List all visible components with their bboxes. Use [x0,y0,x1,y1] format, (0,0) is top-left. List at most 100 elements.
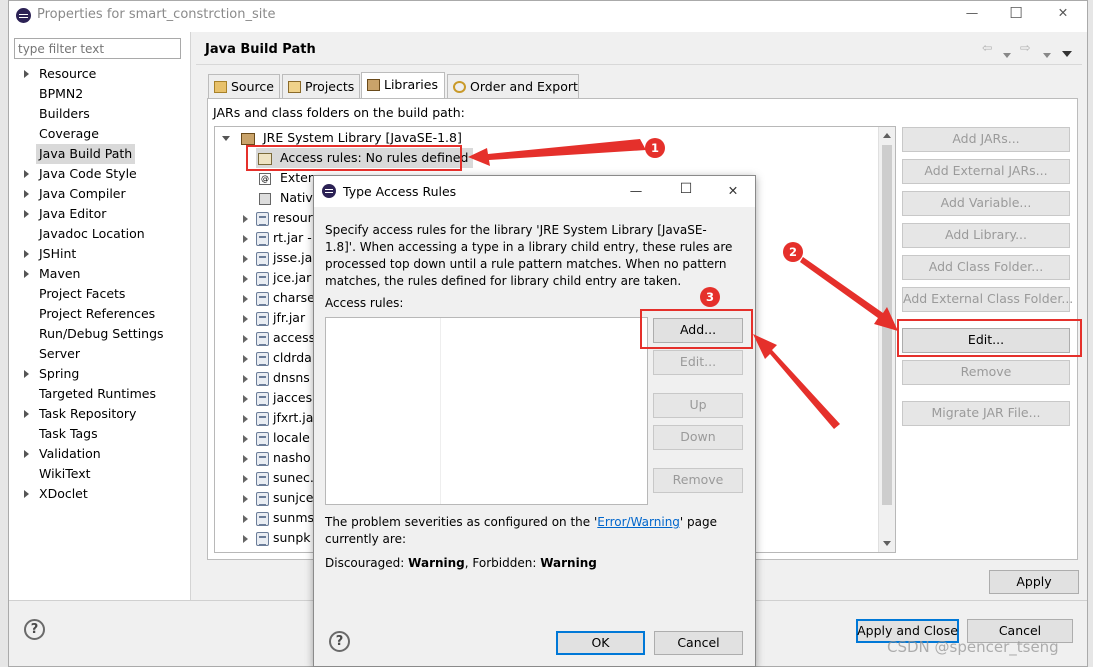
expand-arrow-icon[interactable] [22,444,32,464]
tab-source[interactable]: Source [208,74,280,98]
expand-toggle-icon[interactable] [243,474,248,483]
nav-item[interactable]: Validation [39,444,101,464]
dialog-up-button[interactable]: Up [653,393,743,418]
nav-item[interactable]: Java Build Path [36,144,136,164]
add-class-folder-button[interactable]: Add Class Folder... [902,255,1070,280]
nav-item[interactable]: XDoclet [39,484,88,504]
expand-toggle-icon[interactable] [243,274,248,283]
view-menu-icon[interactable] [1062,45,1072,60]
dialog-edit-button[interactable]: Edit... [653,350,743,375]
dialog-cancel-button[interactable]: Cancel [654,631,743,655]
dialog-help-icon[interactable]: ? [329,631,350,652]
nav-item[interactable]: Resource [39,64,96,84]
nav-item[interactable]: Targeted Runtimes [39,384,156,404]
add-external-jars-button[interactable]: Add External JARs... [902,159,1070,184]
tree-row-jar[interactable]: jfr.jar [243,308,313,328]
nav-item[interactable]: Javadoc Location [39,224,145,244]
nav-item[interactable]: Coverage [39,124,99,144]
back-dropdown-icon[interactable] [1003,46,1011,61]
tree-row-jar[interactable]: dnsns [243,368,313,388]
dialog-maximize-button[interactable]: ☐ [677,181,695,197]
nav-item[interactable]: Maven [39,264,80,284]
expand-arrow-icon[interactable] [22,164,32,184]
filter-input[interactable] [14,38,181,59]
maximize-button[interactable]: ☐ [1006,4,1026,22]
dialog-close-button[interactable]: ✕ [724,183,742,198]
expand-toggle-icon[interactable] [243,294,248,303]
remove-button[interactable]: Remove [902,360,1070,385]
tree-row-external[interactable]: @ Extern [259,168,319,188]
expand-arrow-icon[interactable] [22,404,32,424]
tree-row-jar[interactable]: nasho [243,448,313,468]
migrate-jar-button[interactable]: Migrate JAR File... [902,401,1070,426]
nav-item[interactable]: Project Facets [39,284,125,304]
expand-toggle-icon[interactable] [243,494,248,503]
close-button[interactable]: ✕ [1053,5,1073,20]
nav-item[interactable]: Task Tags [39,424,98,444]
expand-arrow-icon[interactable] [22,184,32,204]
forward-arrow-icon[interactable]: ⇨ [1020,40,1030,55]
tab-projects[interactable]: Projects [282,74,360,98]
dialog-down-button[interactable]: Down [653,425,743,450]
nav-item[interactable]: Project References [39,304,155,324]
expand-toggle-icon[interactable] [243,354,248,363]
expand-toggle-icon[interactable] [243,534,248,543]
nav-item[interactable]: Spring [39,364,79,384]
nav-item[interactable]: Java Code Style [39,164,137,184]
tree-row-jar[interactable]: sunec. [243,468,313,488]
tab-order-and-export[interactable]: Order and Export [447,74,579,98]
expand-toggle-icon[interactable] [243,454,248,463]
tree-row-jar[interactable]: sunms [243,508,313,528]
tree-row-jar[interactable]: jce.jar [243,268,313,288]
tree-row-jar[interactable]: locale [243,428,313,448]
expand-toggle-icon[interactable] [243,214,248,223]
expand-toggle-icon[interactable] [243,254,248,263]
nav-item[interactable]: Java Compiler [39,184,126,204]
scroll-thumb[interactable] [882,145,892,505]
expand-arrow-icon[interactable] [22,64,32,84]
access-rules-table[interactable] [325,317,648,505]
nav-item[interactable]: Task Repository [39,404,136,424]
nav-item[interactable]: Java Editor [39,204,106,224]
tree-row-jar[interactable]: jacces [243,388,313,408]
nav-item[interactable]: Builders [39,104,90,124]
nav-item[interactable]: Run/Debug Settings [39,324,164,344]
expand-arrow-icon[interactable] [22,364,32,384]
tree-row-jar[interactable]: jfxrt.ja [243,408,313,428]
tree-scrollbar[interactable] [878,127,895,552]
expand-arrow-icon[interactable] [22,484,32,504]
add-jars-button[interactable]: Add JARs... [902,127,1070,152]
tree-row-jar[interactable]: resour [243,208,313,228]
tree-row-native[interactable]: Native [259,188,319,208]
help-icon[interactable]: ? [24,619,45,640]
nav-item[interactable]: BPMN2 [39,84,83,104]
expand-toggle-icon[interactable] [222,136,230,141]
expand-toggle-icon[interactable] [243,434,248,443]
dialog-minimize-button[interactable]: — [627,183,645,198]
nav-item[interactable]: JSHint [39,244,76,264]
nav-item[interactable]: Server [39,344,80,364]
dialog-remove-button[interactable]: Remove [653,468,743,493]
tab-libraries[interactable]: Libraries [361,72,445,99]
expand-toggle-icon[interactable] [243,414,248,423]
add-variable-button[interactable]: Add Variable... [902,191,1070,216]
expand-arrow-icon[interactable] [22,204,32,224]
expand-toggle-icon[interactable] [243,314,248,323]
expand-arrow-icon[interactable] [22,264,32,284]
add-external-class-folder-button[interactable]: Add External Class Folder... [902,287,1073,312]
minimize-button[interactable]: — [962,5,982,20]
expand-toggle-icon[interactable] [243,334,248,343]
back-arrow-icon[interactable]: ⇦ [982,40,992,55]
tree-row-jar[interactable]: sunpk [243,528,313,548]
forward-dropdown-icon[interactable] [1043,46,1051,61]
expand-toggle-icon[interactable] [243,394,248,403]
expand-toggle-icon[interactable] [243,514,248,523]
tree-row-jar[interactable]: rt.jar - [243,228,313,248]
apply-button[interactable]: Apply [989,570,1079,594]
expand-toggle-icon[interactable] [243,374,248,383]
expand-toggle-icon[interactable] [243,234,248,243]
nav-item[interactable]: WikiText [39,464,91,484]
error-warning-link[interactable]: Error/Warning [597,515,680,529]
expand-arrow-icon[interactable] [22,244,32,264]
tree-row-jar[interactable]: charse [243,288,313,308]
